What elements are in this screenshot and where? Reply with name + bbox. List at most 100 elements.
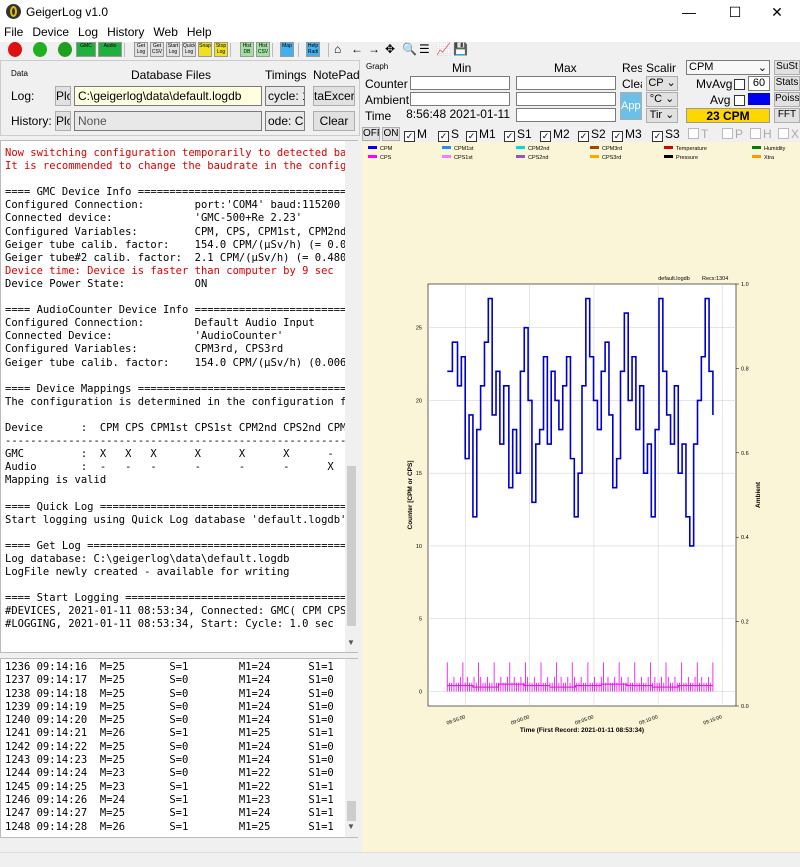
graph-row-max-input[interactable] — [516, 92, 616, 106]
var-check-m2[interactable]: ✓ M2 — [540, 127, 570, 142]
legend-label: Pressure — [676, 155, 699, 161]
log-scrollbar[interactable]: ▼ — [345, 659, 358, 837]
log-plot-button[interactable]: Plo — [55, 86, 71, 106]
toolbar-quick-log-button[interactable]: Quick Log — [182, 42, 196, 57]
toolbar-get-csv-button[interactable]: Get CSV — [150, 42, 164, 57]
menu-file[interactable]: File — [0, 24, 28, 39]
var-check-p: P — [722, 127, 743, 141]
var-check-s2[interactable]: ✓ S2 — [578, 127, 606, 142]
all-off-button[interactable]: OFF — [362, 127, 380, 141]
menu-history[interactable]: History — [103, 24, 149, 39]
menu-device[interactable]: Device — [28, 24, 74, 39]
var-check-s1[interactable]: ✓ S1 — [504, 127, 532, 142]
pan-icon[interactable]: ✥ — [385, 42, 395, 57]
y2-tick-label: 0.6 — [741, 451, 749, 457]
checkbox-icon[interactable]: ✓ — [540, 131, 551, 142]
history-path-field[interactable]: None — [74, 111, 262, 131]
checkbox-icon[interactable]: ✓ — [504, 131, 515, 142]
notepad-line: ==== Get Log ===========================… — [5, 539, 345, 552]
checkbox-icon[interactable]: ✓ — [404, 131, 415, 142]
zoom-icon[interactable]: 🔍 — [402, 42, 417, 57]
log-pad[interactable]: 1236 09:14:16 M=25 S=1 M1=24 S1=1 1237 09… — [0, 658, 358, 838]
toolbar-hist-db-button[interactable]: Hist DB — [240, 42, 254, 57]
back-icon[interactable]: ← — [351, 42, 363, 57]
configure-icon[interactable]: ☰ — [419, 42, 430, 57]
menu-help[interactable]: Help — [183, 24, 217, 39]
maximize-button[interactable]: ☐ — [712, 0, 758, 24]
stats-button[interactable]: Stats — [774, 76, 800, 91]
checkbox-icon[interactable]: ✓ — [466, 131, 477, 142]
graph-row-min-input[interactable]: 2021-01-11 08:56:48 — [406, 108, 510, 122]
notepad-line: Now switching configuration temporarily … — [5, 147, 345, 159]
checkbox-icon[interactable]: ✓ — [578, 131, 589, 142]
mvavg-checkbox[interactable] — [734, 79, 745, 90]
scaling-label: Scaling — [646, 61, 676, 75]
toolbar-map-button[interactable]: Map — [280, 42, 294, 57]
mode-field[interactable]: ode: CP — [265, 111, 305, 131]
menu-log[interactable]: Log — [74, 24, 103, 39]
log-scroll-thumb[interactable] — [347, 801, 356, 821]
variable-select[interactable]: CPM ⌄ — [686, 60, 770, 75]
history-plot-button[interactable]: Plo — [55, 111, 71, 131]
edit-axis-icon[interactable]: 📈 — [436, 42, 451, 57]
toolbar-hist-csv-button[interactable]: Hist CSV — [256, 42, 270, 57]
notepad[interactable]: Now switching configuration temporarily … — [0, 140, 358, 653]
graph-row-max-input[interactable] — [516, 108, 616, 122]
toolbar-separator — [124, 43, 125, 57]
apply-button[interactable]: Apply — [620, 92, 642, 120]
scroll-down-icon[interactable]: ▼ — [347, 638, 355, 647]
cycle-field[interactable]: cycle: 1 — [265, 86, 305, 106]
save-icon[interactable]: 💾 — [453, 42, 468, 57]
log-path-field[interactable]: C:\geigerlog\data\default.logdb — [74, 86, 262, 106]
reset-button[interactable]: Rese — [622, 61, 642, 75]
toolbar-gmc-power-button[interactable] — [58, 42, 72, 57]
toolbar-audio-button[interactable]: Audio — [98, 42, 122, 57]
toolbar-stop-log-button[interactable]: Stop Log — [214, 42, 228, 57]
graph-row-max-input[interactable] — [516, 76, 616, 90]
var-check-m3[interactable]: ✓ M3 — [612, 127, 642, 142]
avg-checkbox[interactable] — [734, 95, 745, 106]
fft-button[interactable]: FFT — [774, 108, 800, 123]
toolbar-get-log-button[interactable]: Get Log — [134, 42, 148, 57]
poiss-button[interactable]: Poiss — [774, 92, 800, 107]
notepad-line: ----------------------------------------… — [5, 435, 345, 448]
toolbar-gmc-button[interactable]: GMC — [76, 42, 96, 57]
clear-button[interactable]: Clear — [313, 111, 355, 131]
notepad-scroll-thumb[interactable] — [347, 466, 356, 626]
scale-select-ambient[interactable]: °C ⌄ — [646, 92, 678, 107]
checkbox-icon[interactable]: ✓ — [438, 131, 449, 142]
close-button[interactable]: ✕ — [754, 0, 800, 24]
avg-color-swatch[interactable] — [748, 93, 770, 105]
log-scroll-down-icon[interactable]: ▼ — [347, 822, 355, 831]
checkbox-icon[interactable]: ✓ — [612, 131, 623, 142]
scale-select-counter[interactable]: CP ⌄ — [646, 76, 678, 91]
sust-button[interactable]: SuSt — [774, 60, 800, 75]
checkbox-icon[interactable]: ✓ — [652, 131, 663, 142]
forward-icon[interactable]: → — [368, 42, 380, 57]
home-icon[interactable]: ⌂ — [334, 42, 341, 57]
toolbar-stop-button[interactable] — [8, 42, 22, 57]
mvavg-value[interactable]: 60 — [748, 76, 770, 91]
menu-web[interactable]: Web — [149, 24, 182, 39]
clear-graph-button[interactable]: Clea — [622, 77, 642, 91]
tab-excel-button[interactable]: taExcer — [313, 86, 355, 106]
graph-row-min-input[interactable] — [410, 92, 510, 106]
var-check-m[interactable]: ✓ M — [404, 127, 427, 142]
notepad-scrollbar[interactable]: ▼ — [345, 141, 358, 652]
chart-title-right: Recs:1304 — [702, 276, 728, 282]
y2-tick-label: 1.0 — [741, 282, 749, 288]
toolbar-power-button[interactable] — [33, 42, 47, 57]
notepad-line: LogFile newly created - available for wr… — [5, 566, 290, 578]
scale-select-time[interactable]: Tir ⌄ — [646, 108, 678, 123]
var-check-label: X — [791, 127, 800, 141]
graph-row-min-input[interactable] — [410, 76, 510, 90]
all-on-button[interactable]: ON — [382, 127, 400, 141]
var-check-s3[interactable]: ✓ S3 — [652, 127, 680, 142]
var-check-m1[interactable]: ✓ M1 — [466, 127, 496, 142]
toolbar-start-log-button[interactable]: Start Log — [166, 42, 180, 57]
var-check-s[interactable]: ✓ S — [438, 127, 459, 142]
minimize-button[interactable]: — — [666, 0, 712, 24]
toolbar-help-radio-button[interactable]: Help Radi — [306, 42, 320, 57]
toolbar-snap-button[interactable]: Snap — [198, 42, 212, 57]
chart[interactable]: default.logdb Recs:1304 0 5 10 15 20 25 0.0 0.2 0.… — [362, 272, 800, 742]
